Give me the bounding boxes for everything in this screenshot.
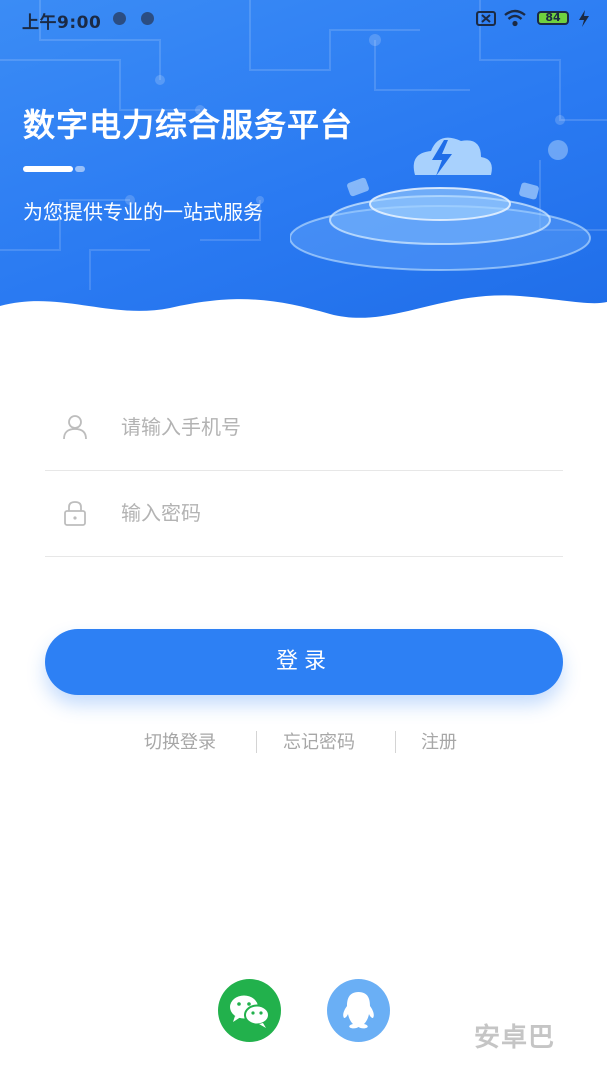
link-divider [256, 731, 257, 753]
wechat-icon [230, 995, 270, 1028]
notification-dot-icon [141, 12, 154, 25]
wechat-login-button[interactable] [218, 979, 281, 1042]
password-field [45, 470, 563, 557]
wave-divider [0, 295, 607, 330]
link-divider [395, 731, 396, 753]
switch-login-link[interactable]: 切换登录 [144, 728, 216, 754]
password-input[interactable] [121, 495, 541, 531]
secondary-links: 切换登录 忘记密码 注册 [0, 728, 607, 756]
qq-login-button[interactable] [327, 979, 390, 1042]
register-link[interactable]: 注册 [421, 728, 457, 754]
phone-input[interactable] [121, 409, 541, 445]
phone-field [45, 384, 563, 471]
login-button[interactable]: 登录 [45, 629, 563, 695]
lock-icon [64, 501, 86, 526]
wifi-icon [504, 9, 526, 27]
hero-accent-bar [23, 166, 85, 172]
sim-icon [476, 11, 496, 26]
charging-icon [579, 10, 589, 27]
watermark: 安卓巴 [474, 1023, 556, 1053]
user-icon [63, 415, 87, 440]
forgot-password-link[interactable]: 忘记密码 [283, 728, 355, 754]
notification-dot-icon [113, 12, 126, 25]
status-time: 上午9:00 [22, 13, 102, 33]
hero-subtitle: 为您提供专业的一站式服务 [23, 200, 263, 224]
battery-icon: 84 [537, 11, 569, 25]
hero-banner: 数字电力综合服务平台 为您提供专业的一站式服务 [0, 0, 607, 330]
status-bar: 上午9:00 84 [0, 0, 607, 38]
cloud-platform-illustration [290, 137, 591, 271]
qq-icon [343, 992, 374, 1029]
